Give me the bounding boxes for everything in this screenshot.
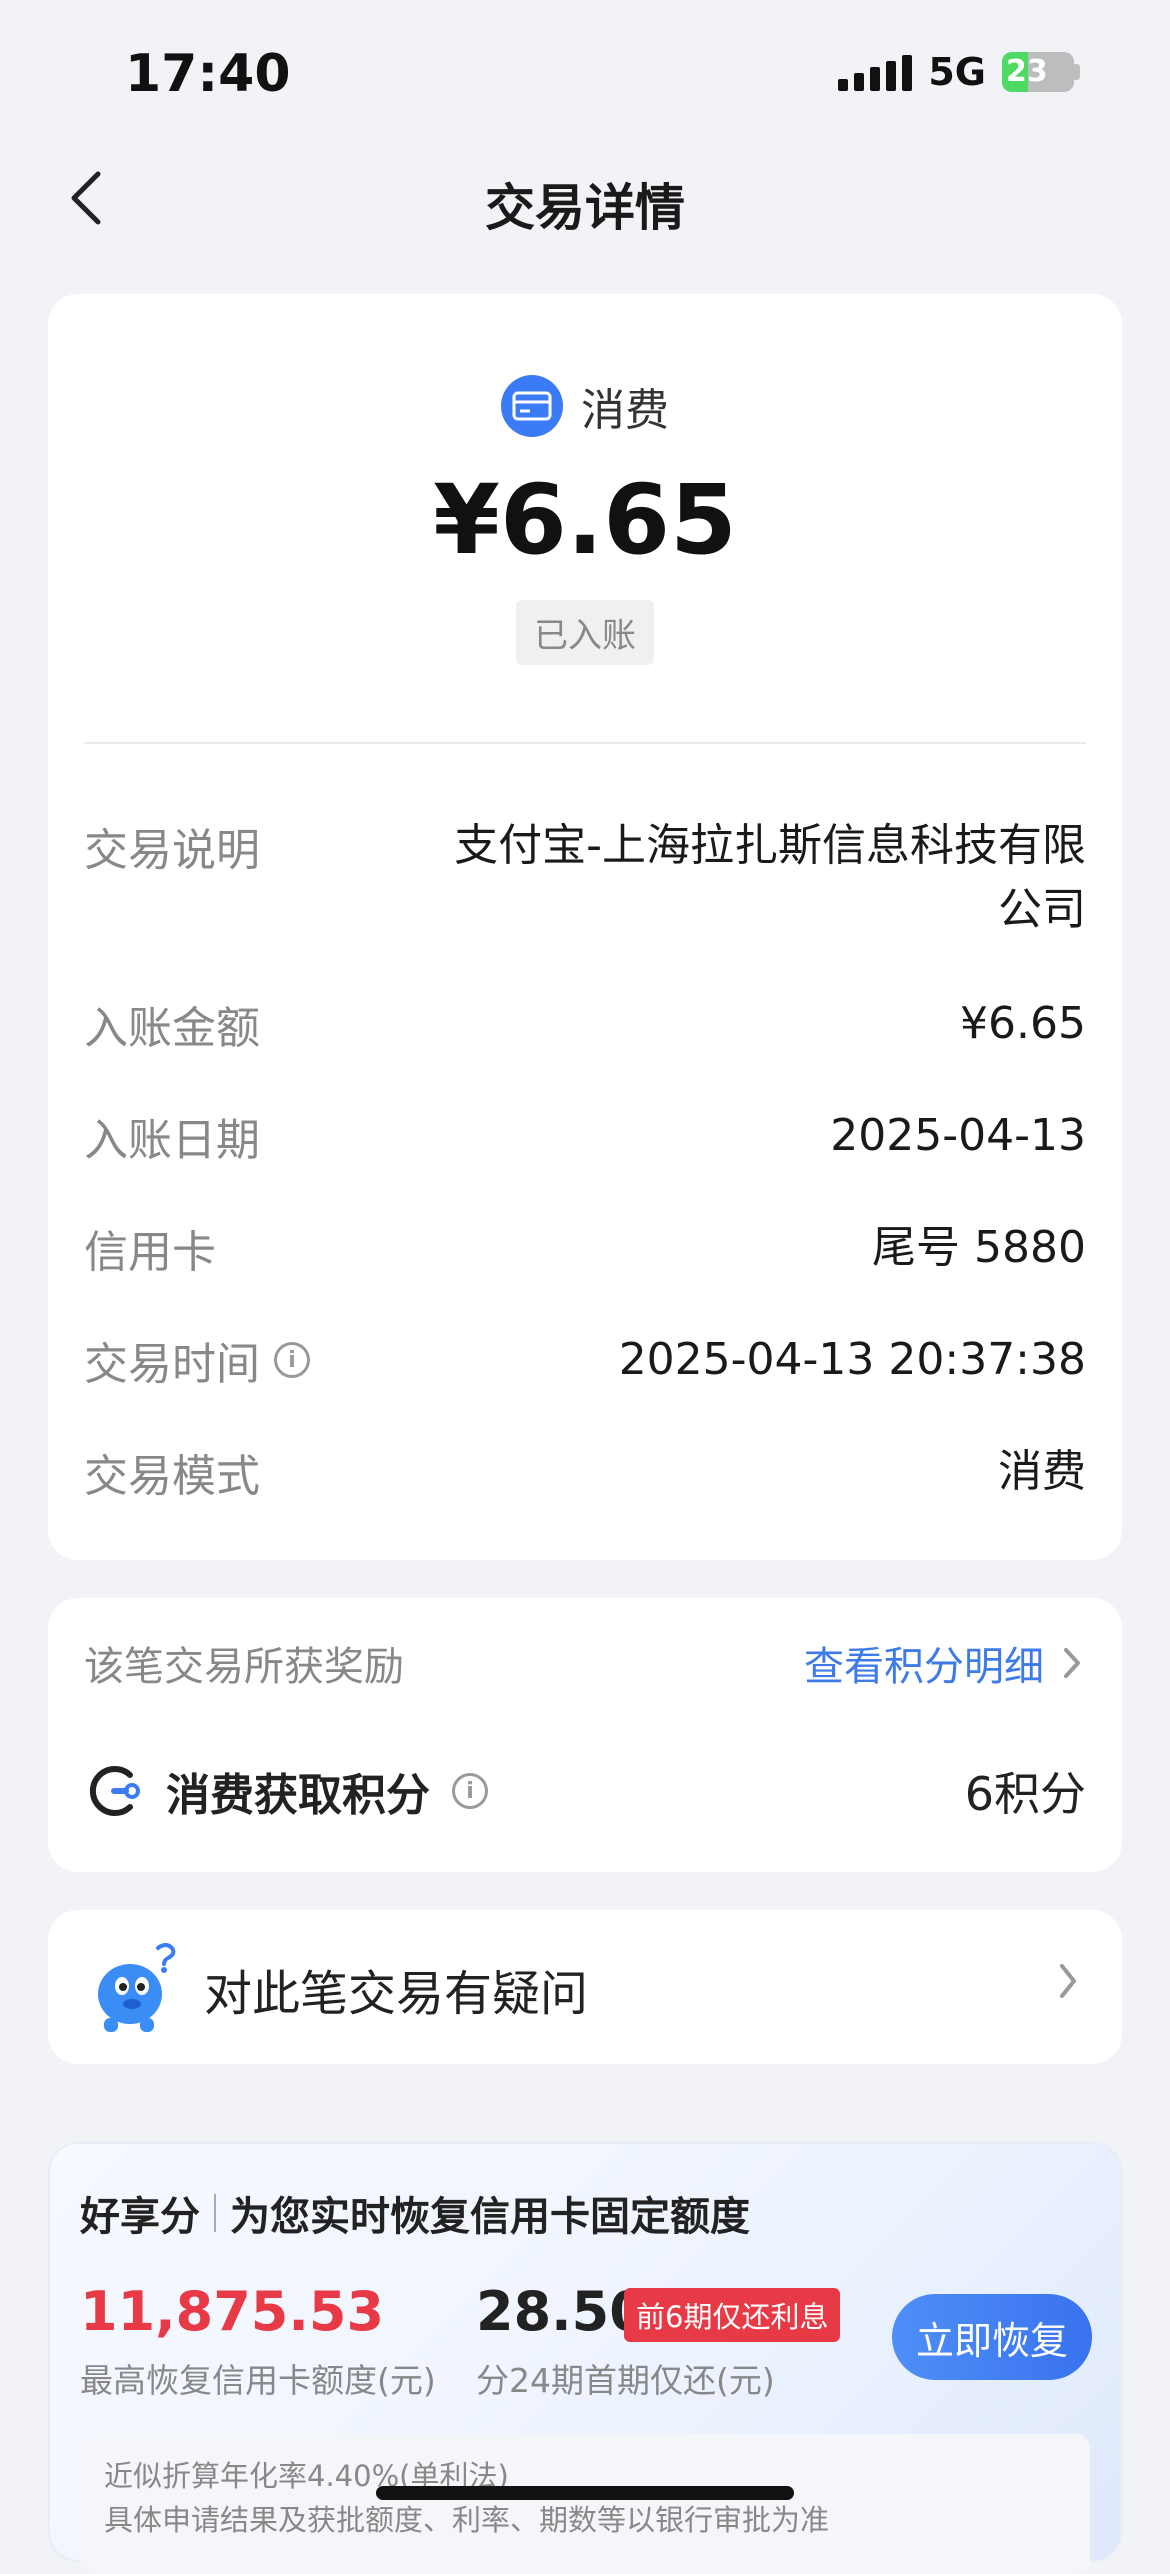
points-earned-label: 消费获取积分 — [166, 1770, 430, 1821]
restore-now-button[interactable]: 立即恢复 — [892, 2294, 1092, 2380]
dispute-entry[interactable]: 对此笔交易有疑问 — [48, 1910, 1122, 2064]
status-indicators: 5G 23 — [838, 50, 1080, 94]
battery-level: 23 — [1006, 54, 1048, 89]
info-icon[interactable]: i — [274, 1342, 310, 1378]
signal-icon — [838, 53, 913, 91]
nav-bar: 交易详情 — [0, 150, 1170, 250]
credit-card-icon — [501, 375, 563, 437]
view-points-detail-label: 查看积分明细 — [804, 1644, 1044, 1690]
transaction-type: 消费 — [48, 374, 1122, 438]
chevron-right-icon — [1060, 1964, 1076, 1998]
battery-icon: 23 — [1002, 52, 1080, 92]
limit-caption: 最高恢复信用卡额度(元) — [80, 2361, 436, 2400]
detail-row-transaction-mode: 交易模式 消费 — [84, 1440, 1086, 1504]
detail-row-transaction-time: 交易时间 i 2025-04-13 20:37:38 — [84, 1328, 1086, 1392]
divider — [214, 2194, 216, 2232]
divider — [84, 742, 1086, 744]
status-badge: 已入账 — [516, 600, 654, 665]
detail-row-credit-card: 信用卡 尾号 5880 — [84, 1216, 1086, 1280]
detail-label: 交易说明 — [84, 825, 260, 876]
transaction-type-label: 消费 — [581, 385, 669, 436]
transaction-card: 消费 ¥6.65 已入账 交易说明 支付宝-上海拉扎斯信息科技有限 公司 入账金… — [48, 294, 1122, 1560]
points-icon — [89, 1766, 140, 1816]
mascot-icon — [98, 1943, 176, 2032]
dispute-label: 对此笔交易有疑问 — [204, 1966, 589, 2022]
chevron-right-icon — [1064, 1648, 1080, 1678]
detail-value: 2025-04-13 20:37:38 — [618, 1334, 1086, 1385]
detail-label: 入账金额 — [84, 1003, 260, 1054]
promo-brand: 好享分 — [80, 2194, 200, 2240]
detail-row-posted-date: 入账日期 2025-04-13 — [84, 1104, 1086, 1168]
network-type: 5G — [928, 50, 986, 94]
installment-value: 28.50 — [476, 2280, 647, 2343]
rewards-card: 该笔交易所获奖励 查看积分明细 消费获取积分 i 6积分 — [48, 1598, 1122, 1872]
installment-caption: 分24期首期仅还(元) — [476, 2361, 775, 2400]
status-bar: 17:40 5G 23 — [0, 0, 1170, 140]
status-time: 17:40 — [125, 44, 291, 104]
disclaimer-line: 具体申请结果及获批额度、利率、期数等以银行审批为准 — [104, 2503, 830, 2537]
view-points-detail-link[interactable]: 查看积分明细 — [804, 1634, 1082, 1692]
detail-value: 支付宝-上海拉扎斯信息科技有限 公司 — [454, 820, 1086, 935]
promo-headline: 为您实时恢复信用卡固定额度 — [230, 2194, 750, 2240]
detail-value: 消费 — [998, 1446, 1086, 1497]
detail-label: 交易模式 — [84, 1451, 260, 1502]
detail-value: 2025-04-13 — [830, 1110, 1086, 1161]
points-earned-row: 消费获取积分 i 6积分 — [84, 1758, 1086, 1824]
home-indicator[interactable] — [376, 2486, 794, 2500]
info-icon[interactable]: i — [452, 1773, 488, 1809]
limit-value: 11,875.53 — [80, 2280, 385, 2343]
detail-label: 交易时间 — [84, 1339, 260, 1390]
promo-header: 好享分 为您实时恢复信用卡固定额度 — [80, 2184, 750, 2242]
page-title: 交易详情 — [485, 179, 685, 237]
installment-tag: 前6期仅还利息 — [624, 2288, 841, 2342]
points-earned-value: 6积分 — [964, 1767, 1086, 1821]
detail-value: 尾号 5880 — [872, 1222, 1086, 1273]
detail-row-posted-amount: 入账金额 ¥6.65 — [84, 992, 1086, 1056]
detail-label: 信用卡 — [84, 1227, 216, 1278]
detail-value: ¥6.65 — [960, 998, 1086, 1049]
detail-label: 入账日期 — [84, 1115, 260, 1166]
detail-row-description: 交易说明 支付宝-上海拉扎斯信息科技有限 公司 — [84, 814, 1086, 942]
rewards-title: 该笔交易所获奖励 — [84, 1644, 404, 1690]
promo-disclaimer: 近似折算年化率4.40%(单利法) 具体申请结果及获批额度、利率、期数等以银行审… — [80, 2434, 1090, 2574]
transaction-amount: ¥6.65 — [433, 464, 737, 576]
